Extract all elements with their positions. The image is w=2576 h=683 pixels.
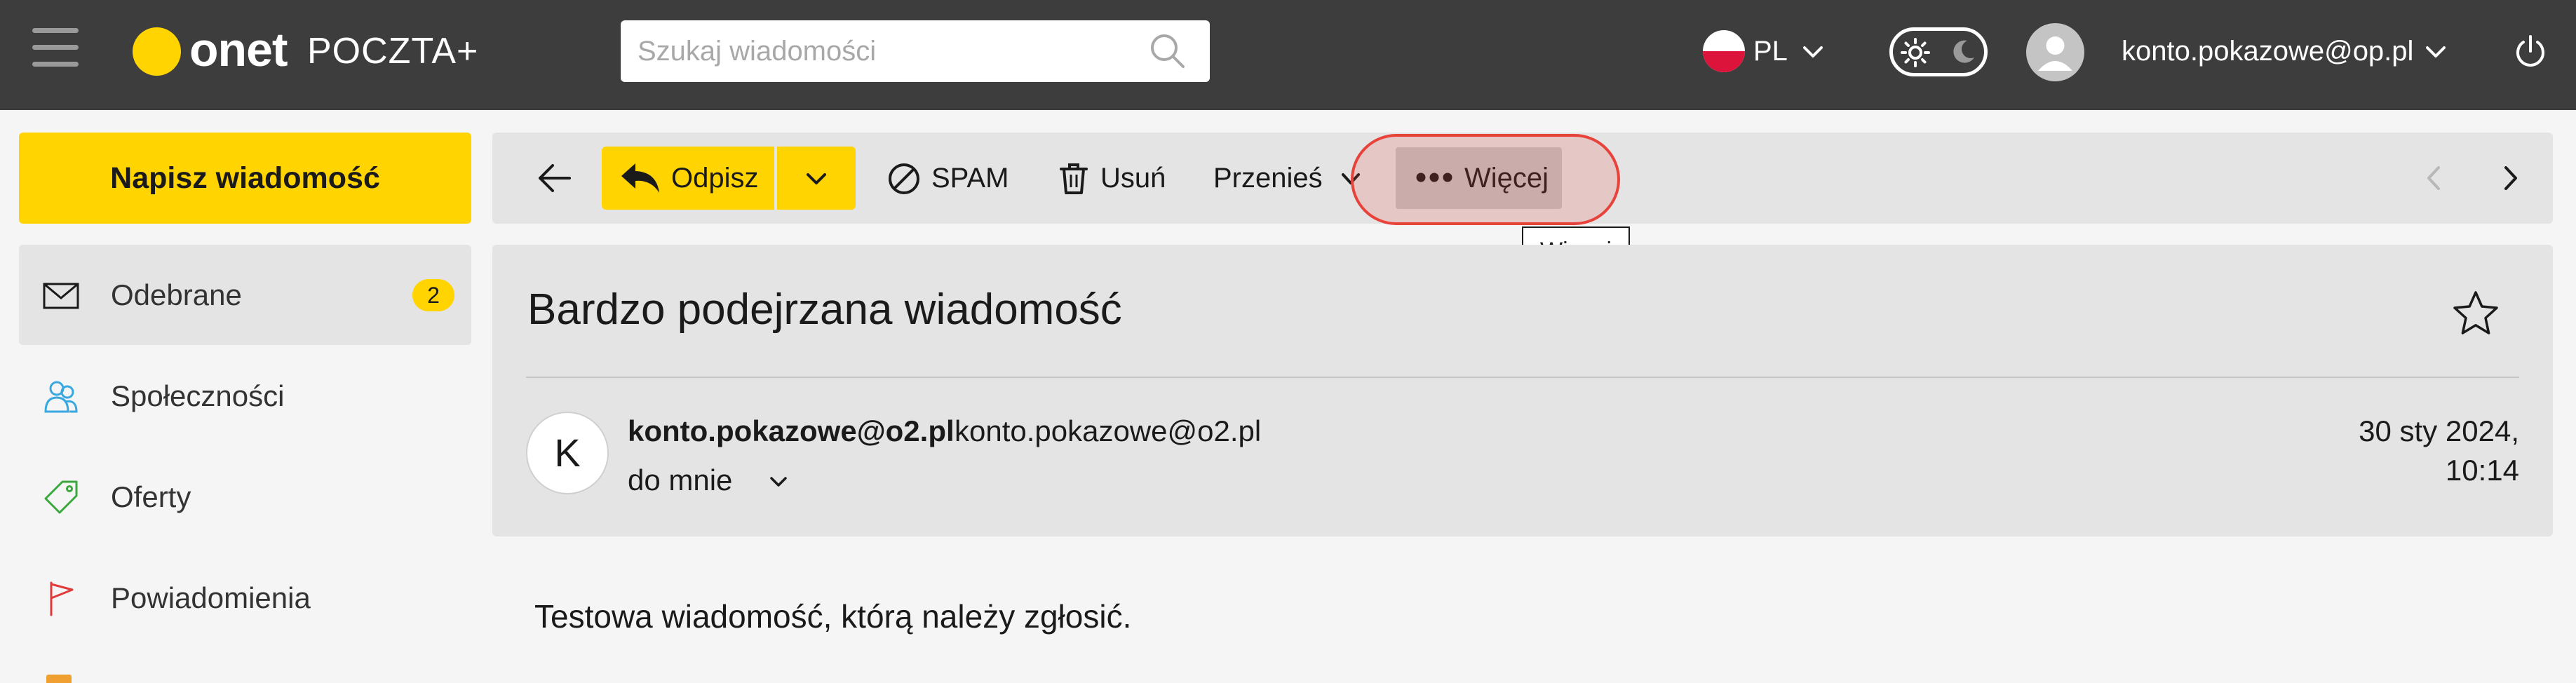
search-icon[interactable] bbox=[1147, 31, 1187, 70]
sender-email[interactable]: konto.pokazowe@o2.pl bbox=[955, 412, 1261, 451]
chevron-down-icon[interactable] bbox=[2424, 40, 2448, 64]
message-subject: Bardzo podejrzana wiadomość bbox=[527, 285, 1122, 334]
trash-icon bbox=[1060, 163, 1088, 194]
chevron-down-icon bbox=[1342, 173, 1360, 184]
reply-label: Odpisz bbox=[671, 163, 759, 194]
more-button[interactable]: Więcej bbox=[1396, 147, 1562, 209]
message-body: Testowa wiadomość, którą należy zgłosić. bbox=[534, 598, 1132, 635]
block-icon bbox=[889, 163, 919, 194]
chevron-down-icon[interactable] bbox=[767, 471, 790, 493]
divider bbox=[526, 377, 2519, 378]
unread-count-badge: 2 bbox=[412, 279, 454, 311]
delete-button[interactable]: Usuń bbox=[1057, 147, 1169, 210]
more-dots-icon bbox=[1416, 173, 1452, 182]
chevron-down-icon bbox=[807, 173, 826, 184]
chevron-left-icon[interactable] bbox=[2417, 161, 2452, 196]
sun-icon bbox=[1901, 38, 1930, 67]
reply-button[interactable]: Odpisz bbox=[602, 147, 774, 210]
sidebar-item-label: Powiadomienia bbox=[111, 581, 311, 614]
sidebar-item-offers[interactable]: Oferty bbox=[19, 447, 471, 547]
poland-flag-icon[interactable] bbox=[1703, 30, 1745, 72]
sidebar-item-social[interactable]: Społeczności bbox=[19, 346, 471, 446]
sender-name[interactable]: konto.pokazowe@o2.pl bbox=[628, 412, 955, 451]
sidebar-item-inbox[interactable]: Odebrane 2 bbox=[19, 245, 471, 345]
onet-logo-dot bbox=[133, 27, 181, 76]
spam-label: SPAM bbox=[931, 163, 1009, 194]
move-button[interactable]: Przenieś bbox=[1213, 147, 1368, 210]
move-label: Przenieś bbox=[1213, 163, 1323, 194]
spam-button[interactable]: SPAM bbox=[885, 147, 1011, 210]
folder-icon-partial bbox=[46, 675, 72, 683]
logo-brand[interactable]: onet bbox=[189, 18, 288, 81]
reply-options-button[interactable] bbox=[777, 147, 856, 210]
sidebar-item-notifications[interactable]: Powiadomienia bbox=[19, 548, 471, 648]
theme-toggle[interactable] bbox=[1889, 27, 1988, 76]
reply-icon bbox=[621, 163, 659, 193]
delete-label: Usuń bbox=[1100, 163, 1166, 194]
compose-button[interactable]: Napisz wiadomość bbox=[19, 133, 471, 224]
chevron-down-icon[interactable] bbox=[1801, 40, 1825, 64]
sidebar-item-label: Odebrane bbox=[111, 278, 242, 311]
menu-icon[interactable] bbox=[32, 28, 79, 74]
recipient-toggle[interactable]: do mnie bbox=[628, 461, 732, 500]
envelope-icon bbox=[43, 283, 79, 309]
message-date: 30 sty 2024, 10:14 bbox=[2359, 414, 2519, 487]
message-header: Bardzo podejrzana wiadomość K konto.poka… bbox=[492, 245, 2553, 536]
star-icon[interactable] bbox=[2450, 288, 2501, 339]
top-bar: onet POCZTA+ PL konto.pokazowe@op.pl bbox=[0, 0, 2576, 110]
chevron-right-icon[interactable] bbox=[2493, 161, 2528, 196]
tag-icon bbox=[44, 480, 78, 514]
moon-icon bbox=[1953, 40, 1974, 63]
sidebar-item-label: Społeczności bbox=[111, 379, 285, 412]
message-toolbar: Odpisz SPAM Usuń Przenieś Więcej bbox=[492, 133, 2553, 224]
logo-product[interactable]: POCZTA+ bbox=[307, 27, 478, 76]
search-input[interactable] bbox=[621, 20, 1210, 82]
sidebar-item-label: Oferty bbox=[111, 480, 191, 513]
power-icon[interactable] bbox=[2513, 34, 2548, 69]
more-label: Więcej bbox=[1464, 163, 1549, 194]
arrow-left-icon[interactable] bbox=[533, 157, 575, 199]
flag-icon bbox=[50, 581, 74, 616]
people-icon bbox=[44, 381, 78, 413]
user-avatar[interactable] bbox=[2026, 23, 2084, 81]
language-selector[interactable]: PL bbox=[1753, 32, 1788, 70]
sender-avatar: K bbox=[526, 412, 609, 494]
person-icon bbox=[2038, 36, 2072, 71]
account-menu[interactable]: konto.pokazowe@op.pl bbox=[2122, 32, 2413, 70]
